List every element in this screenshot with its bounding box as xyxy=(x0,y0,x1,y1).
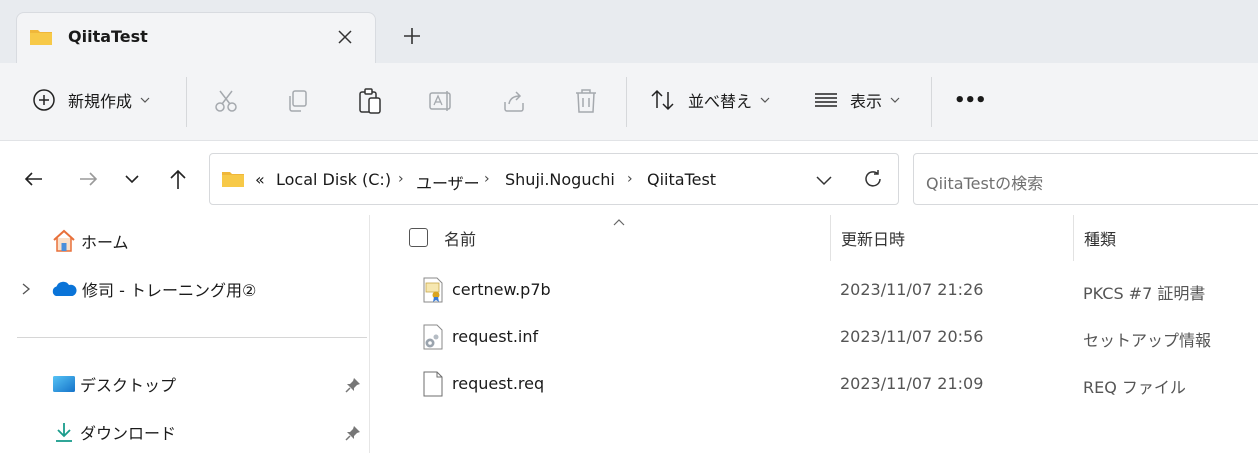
setup-info-file-icon xyxy=(423,324,443,350)
file-row[interactable]: request.req 2023/11/07 21:09 REQ ファイル xyxy=(371,364,1258,404)
new-button-label: 新規作成 xyxy=(68,92,133,111)
breadcrumb-current-folder[interactable]: QiitaTest xyxy=(647,170,716,189)
file-type: PKCS #7 証明書 xyxy=(1083,284,1206,303)
file-modified: 2023/11/07 20:56 xyxy=(840,327,984,346)
new-button[interactable]: 新規作成 xyxy=(32,77,150,123)
column-divider[interactable] xyxy=(1073,215,1074,261)
address-history-chevron-icon[interactable] xyxy=(814,170,834,190)
sidebar-item-label: 修司 - トレーニング用② xyxy=(82,281,257,300)
column-header-modified[interactable]: 更新日時 xyxy=(841,215,905,261)
sidebar-item-label: ダウンロード xyxy=(80,424,177,443)
breadcrumb-chevron-icon[interactable]: › xyxy=(484,171,490,187)
breadcrumb-chevron-icon[interactable]: › xyxy=(627,171,633,187)
chevron-right-icon[interactable] xyxy=(19,281,33,297)
breadcrumb-user[interactable]: Shuji.Noguchi xyxy=(505,170,615,189)
title-bar: QiitaTest xyxy=(0,0,1258,64)
view-lines-icon xyxy=(815,93,837,107)
share-icon[interactable] xyxy=(501,88,527,114)
view-button-label: 表示 xyxy=(850,92,883,111)
plus-circle-icon xyxy=(33,89,55,111)
copy-icon[interactable] xyxy=(285,88,311,114)
file-row[interactable]: request.inf 2023/11/07 20:56 セットアップ情報 xyxy=(371,317,1258,357)
pin-icon[interactable] xyxy=(344,424,362,442)
close-tab-icon[interactable] xyxy=(333,25,357,49)
home-icon xyxy=(53,229,75,252)
up-arrow-icon[interactable] xyxy=(164,165,192,193)
file-modified: 2023/11/07 21:26 xyxy=(840,280,984,299)
folder-icon xyxy=(30,30,52,45)
breadcrumb-overflow[interactable]: « xyxy=(255,170,265,189)
file-row[interactable]: certnew.p7b 2023/11/07 21:26 PKCS #7 証明書 xyxy=(371,270,1258,310)
onedrive-icon xyxy=(52,281,77,296)
sort-button-label: 並べ替え xyxy=(688,92,753,111)
search-box[interactable]: QiitaTestの検索 xyxy=(913,153,1258,205)
file-name: request.req xyxy=(452,374,545,393)
paste-icon[interactable] xyxy=(357,87,383,115)
search-placeholder: QiitaTestの検索 xyxy=(926,174,1044,193)
refresh-icon[interactable] xyxy=(862,168,884,190)
toolbar-divider xyxy=(931,77,932,127)
command-bar: 新規作成 並べ替え 表示 ••• xyxy=(0,63,1258,141)
sidebar-item-desktop[interactable]: デスクトップ xyxy=(52,369,176,399)
back-arrow-icon[interactable] xyxy=(20,165,48,193)
file-modified: 2023/11/07 21:09 xyxy=(840,374,984,393)
column-header-name[interactable]: 名前 xyxy=(444,215,476,261)
column-header-type[interactable]: 種類 xyxy=(1084,215,1116,261)
delete-icon[interactable] xyxy=(573,87,599,115)
sort-arrows-icon xyxy=(651,89,674,111)
file-type: セットアップ情報 xyxy=(1083,331,1212,350)
sidebar-item-label: ホーム xyxy=(81,233,129,252)
download-icon xyxy=(56,423,72,442)
navigation-pane: ホーム 修司 - トレーニング用② デスクトップ ダウンロード xyxy=(0,215,370,453)
sidebar-divider xyxy=(17,337,367,338)
toolbar-divider xyxy=(626,77,627,127)
new-tab-icon[interactable] xyxy=(398,22,426,50)
sidebar-item-home[interactable]: ホーム xyxy=(51,226,129,256)
file-list: 名前 更新日時 種類 certnew.p7b 2023/11/07 21:26 … xyxy=(371,215,1258,453)
file-name: request.inf xyxy=(452,327,539,346)
rename-icon[interactable] xyxy=(428,88,456,114)
desktop-icon xyxy=(53,376,75,392)
recent-locations-chevron-icon[interactable] xyxy=(118,165,146,193)
address-row: « Local Disk (C:) › ユーザー › Shuji.Noguchi… xyxy=(0,141,1258,215)
view-button[interactable]: 表示 xyxy=(814,77,900,123)
folder-icon xyxy=(222,172,244,187)
sidebar-item-onedrive[interactable]: 修司 - トレーニング用② xyxy=(50,274,256,304)
select-all-checkbox[interactable] xyxy=(409,228,428,247)
generic-file-icon xyxy=(423,371,443,397)
certificate-file-icon xyxy=(423,277,443,303)
chevron-down-icon xyxy=(760,97,770,103)
file-type: REQ ファイル xyxy=(1083,378,1186,397)
toolbar-divider xyxy=(186,77,187,127)
breadcrumb-users[interactable]: ユーザー xyxy=(416,170,480,194)
sidebar-item-label: デスクトップ xyxy=(80,376,177,395)
file-name: certnew.p7b xyxy=(452,280,551,299)
folder-tab[interactable]: QiitaTest xyxy=(16,12,376,64)
sort-button[interactable]: 並べ替え xyxy=(650,77,770,123)
chevron-down-icon xyxy=(140,97,150,103)
sort-ascending-caret-icon xyxy=(613,219,625,226)
address-bar[interactable]: « Local Disk (C:) › ユーザー › Shuji.Noguchi… xyxy=(209,153,899,205)
chevron-down-icon xyxy=(890,97,900,103)
more-options-button[interactable]: ••• xyxy=(954,77,987,123)
breadcrumb-local-disk[interactable]: Local Disk (C:) xyxy=(276,170,391,189)
cut-icon[interactable] xyxy=(213,88,239,114)
column-divider[interactable] xyxy=(830,215,831,261)
pin-icon[interactable] xyxy=(344,376,362,394)
tab-title: QiitaTest xyxy=(68,27,148,46)
breadcrumb-chevron-icon[interactable]: › xyxy=(398,171,404,187)
sidebar-item-downloads[interactable]: ダウンロード xyxy=(52,417,176,447)
forward-arrow-icon[interactable] xyxy=(74,165,102,193)
